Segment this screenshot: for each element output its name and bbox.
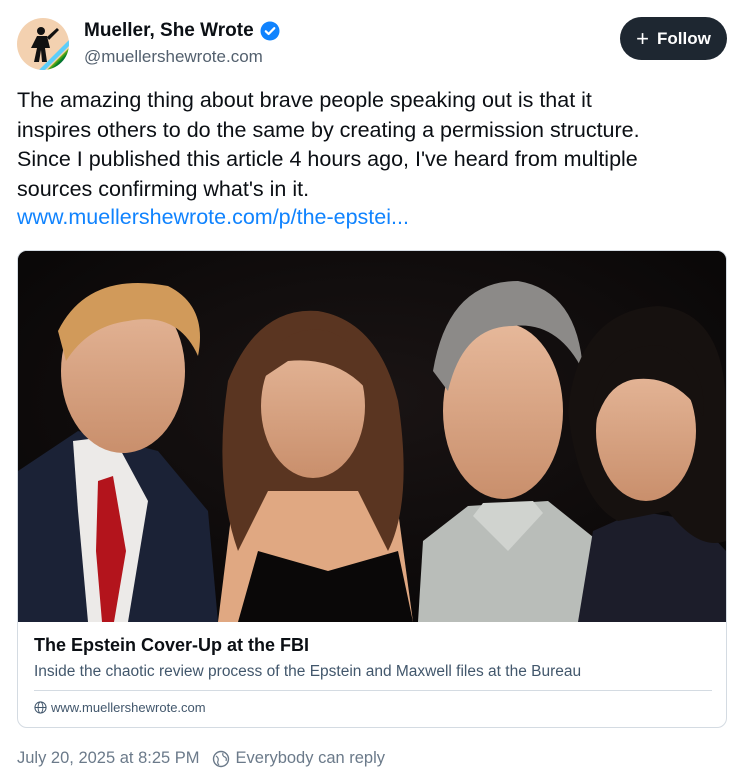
group-photo-image [18,251,726,622]
avatar-silhouette-icon [17,18,69,70]
post-meta: July 20, 2025 at 8:25 PM Everybody can r… [17,749,385,768]
link-card-domain-text: www.muellershewrote.com [51,700,206,715]
post-timestamp[interactable]: July 20, 2025 at 8:25 PM [17,749,200,768]
globe-icon [34,701,47,714]
link-card-title[interactable]: The Epstein Cover-Up at the FBI [34,635,309,656]
avatar[interactable] [17,18,69,70]
link-card-description: Inside the chaotic review process of the… [34,663,582,680]
post-text-line: inspires others to do the same by creati… [17,117,640,142]
link-card-domain[interactable]: www.muellershewrote.com [34,700,206,715]
reply-setting[interactable]: Everybody can reply [236,749,386,768]
author-name[interactable]: Mueller, She Wrote [84,20,280,42]
post: Mueller, She Wrote @muellershewrote.com … [0,0,740,779]
post-link[interactable]: www.muellershewrote.com/p/the-epstei... [17,205,409,230]
globe-reply-icon [212,750,229,767]
link-card-photo[interactable] [18,251,726,622]
post-text-line: The amazing thing about brave people spe… [17,88,592,112]
author-name-text[interactable]: Mueller, She Wrote [84,20,254,42]
author-handle[interactable]: @muellershewrote.com [84,47,263,67]
follow-button[interactable]: + Follow [620,17,727,60]
post-text-line: sources confirming what's in it. [17,176,310,201]
link-card[interactable]: The Epstein Cover-Up at the FBI Inside t… [17,250,727,728]
follow-button-label: Follow [657,28,711,48]
verified-badge-icon [260,21,280,41]
plus-icon: + [636,25,650,51]
post-text: The amazing thing about brave people spe… [17,86,729,204]
post-text-line: Since I published this article 4 hours a… [17,147,638,172]
link-card-divider [34,690,712,691]
